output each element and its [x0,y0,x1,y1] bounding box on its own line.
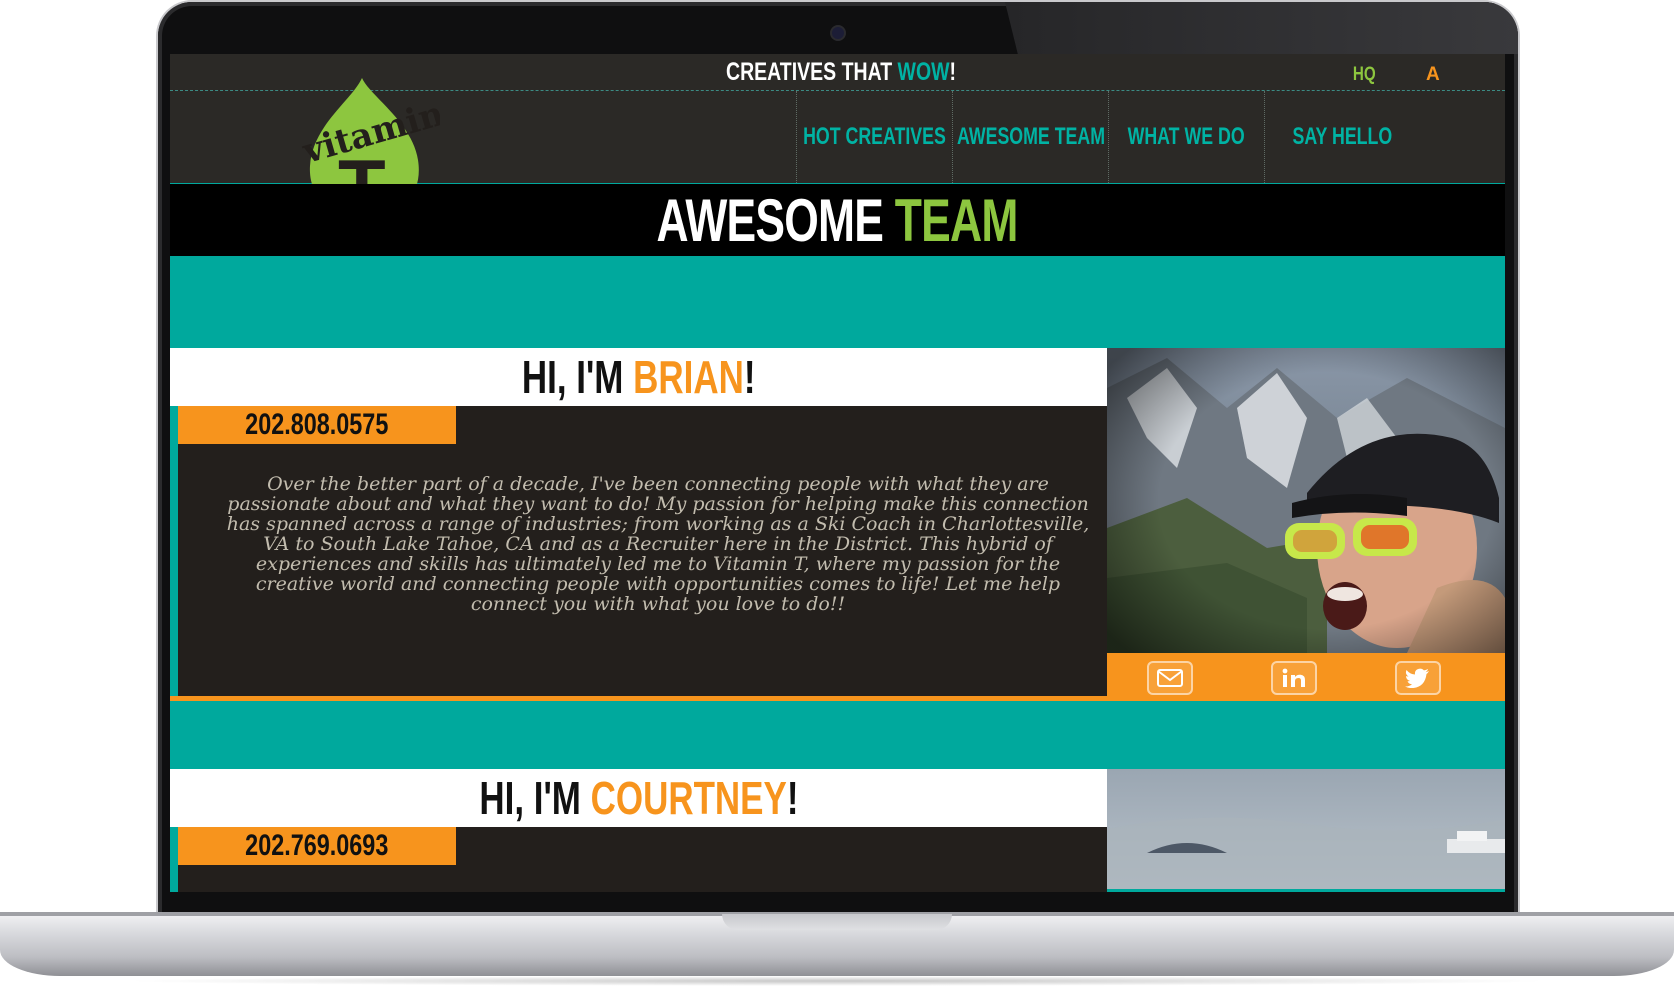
greeting-suffix: ! [743,351,756,403]
nav-hot-creatives[interactable]: HOT CREATIVES [796,91,952,183]
laptop-notch [722,914,952,930]
team-card: HI, I'M BRIAN! 202.808.0575 Over the bet… [170,348,1505,701]
site-tagline: CREATIVES THAT WOW! [726,58,956,87]
card-heading: HI, I'M COURTNEY! [170,769,1107,827]
tagline-suffix: ! [949,58,957,86]
phone-number: 202.808.0575 [245,408,389,441]
card-divider [170,696,1107,701]
greeting-prefix: HI, I'M [478,772,591,824]
member-bio: Over the better part of a decade, I've b… [226,473,1090,615]
greeting: HI, I'M BRIAN! [522,350,756,404]
social-links [1107,653,1505,701]
greeting: HI, I'M COURTNEY! [479,771,798,825]
greeting-suffix: ! [786,772,799,824]
browser-screen: CREATIVES THAT WOW! HQ A HOT CREATIVES A… [170,54,1505,892]
email-icon[interactable] [1147,661,1193,695]
card-body: 202.769.0693 [178,827,1107,892]
card-heading: HI, I'M BRIAN! [170,348,1107,406]
greeting-prefix: HI, I'M [521,351,633,403]
page-title-white: AWESOME [656,186,896,254]
base-shadow [120,976,1554,986]
nav-label: WHAT WE DO [1127,123,1246,150]
page-title-green: TEAM [895,186,1019,254]
phone-badge[interactable]: 202.769.0693 [178,827,456,865]
twitter-icon[interactable] [1395,661,1441,695]
nav-say-hello[interactable]: SAY HELLO [1264,91,1420,183]
member-name: COURTNEY [590,772,787,824]
phone-badge[interactable]: 202.808.0575 [178,406,456,444]
nav-label: SAY HELLO [1292,123,1393,150]
member-photo [1107,348,1505,653]
hq-link[interactable]: HQ [1353,64,1376,86]
phone-number: 202.769.0693 [245,829,389,862]
nav-what-we-do[interactable]: WHAT WE DO [1108,91,1264,183]
camera-icon [832,27,844,39]
lid-glare [1005,2,1518,54]
page-title-bar: AWESOME TEAM [170,184,1505,256]
nav-label: HOT CREATIVES [803,123,946,150]
tagline-highlight: WOW [897,58,950,86]
member-name: BRIAN [632,351,744,403]
card-body: 202.808.0575 Over the better part of a d… [178,406,1107,696]
tagline-text: CREATIVES THAT [726,58,898,86]
linkedin-icon[interactable] [1271,661,1317,695]
member-photo [1107,769,1505,889]
nav-label: AWESOME TEAM [956,123,1105,150]
page-title: AWESOME TEAM [656,186,1019,255]
a-link[interactable]: A [1426,64,1440,86]
nav-awesome-team[interactable]: AWESOME TEAM [952,91,1108,183]
team-card: HI, I'M COURTNEY! 202.769.0693 [170,769,1505,892]
